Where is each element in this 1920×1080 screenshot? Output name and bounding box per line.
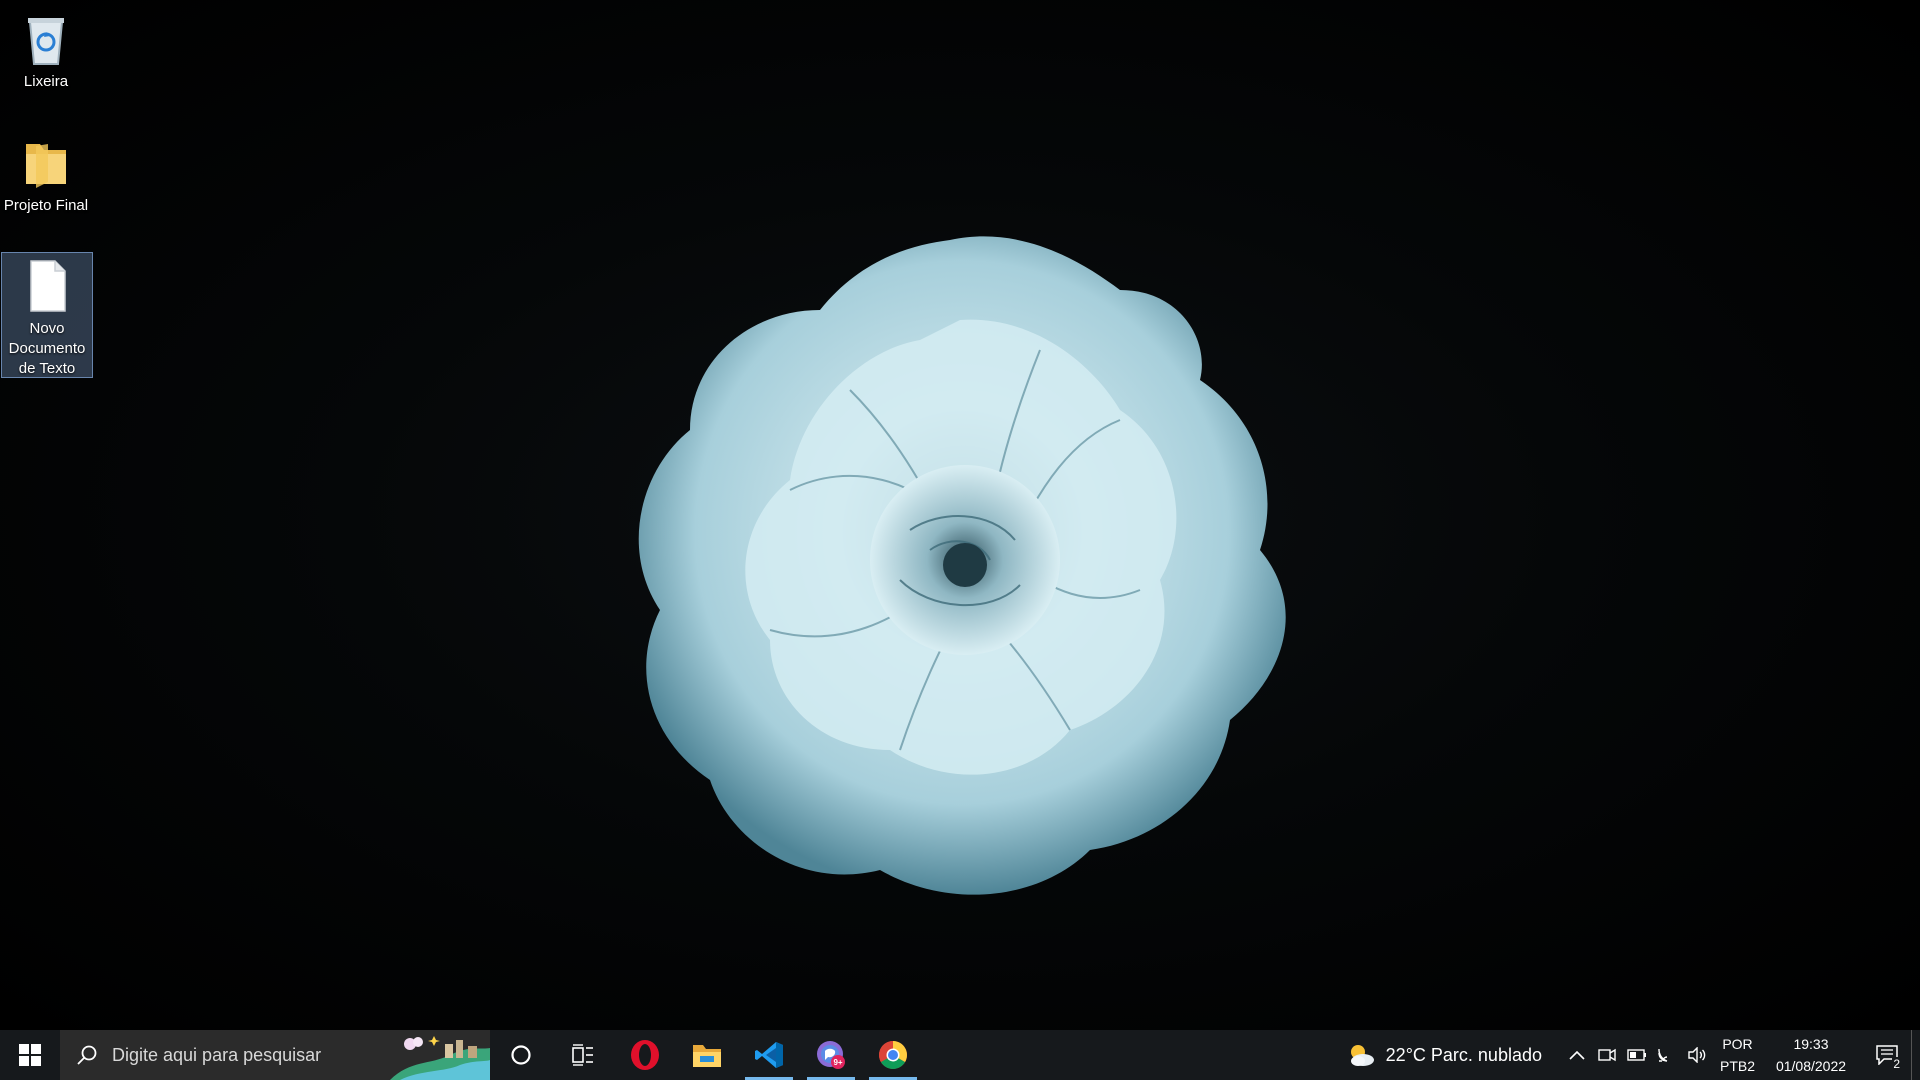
show-hidden-icons-button[interactable] [1562,1030,1592,1080]
search-input[interactable]: Digite aqui para pesquisar [60,1030,490,1080]
keyboard-layout: PTB2 [1719,1058,1755,1074]
search-highlight-illustration [390,1036,490,1080]
weather-condition: Parc. nublado [1430,1044,1542,1065]
chrome-icon [879,1041,907,1069]
taskbar: Digite aqui para pesquisar 9+ 22°C Parc.… [0,1030,1920,1080]
volume-button[interactable] [1682,1030,1712,1080]
windows-logo-icon [19,1044,41,1066]
search-placeholder: Digite aqui para pesquisar [112,1044,322,1065]
cortana-button[interactable] [490,1030,552,1080]
wifi-icon [1658,1048,1668,1062]
task-view-icon [572,1044,593,1066]
desktop: Lixeira Projeto Final Novo Documento de … [0,0,1920,1030]
chat-badge: 9+ [833,1058,842,1067]
vscode-button[interactable] [738,1030,800,1080]
clock-date: 01/08/2022 [1775,1058,1847,1074]
text-document-icon [30,260,66,312]
rose-core [943,543,987,587]
partly-cloudy-icon [1350,1045,1374,1066]
opera-icon [631,1040,659,1070]
desktop-icon-label: Novo Documento de Texto [8,320,86,377]
input-language-indicator[interactable]: POR PTB2 [1720,1033,1755,1077]
cortana-icon [511,1045,531,1065]
desktop-icon-text-document[interactable]: Novo Documento de Texto [1,252,93,378]
desktop-icon-label: Projeto Final [3,197,89,214]
volume-icon [1688,1047,1706,1063]
language-code: POR [1722,1036,1753,1052]
start-button[interactable] [0,1030,60,1080]
weather-text: 22°C Parc. nublado [1386,1045,1542,1066]
clock-time: 19:33 [1793,1036,1829,1052]
weather-temp: 22°C [1385,1044,1426,1065]
notification-count: 2 [1892,1057,1901,1071]
desktop-icon-projeto-final[interactable]: Projeto Final [0,130,92,220]
show-desktop-button[interactable] [1911,1030,1920,1080]
chrome-button[interactable] [862,1030,924,1080]
chat-app-icon: 9+ [817,1041,845,1069]
opera-button[interactable] [614,1030,676,1080]
battery-button[interactable] [1622,1030,1652,1080]
search-icon [77,1045,97,1065]
folder-icon [26,144,66,188]
clock[interactable]: 19:33 01/08/2022 [1771,1033,1851,1077]
vscode-icon [755,1042,783,1068]
camera-icon [1598,1048,1616,1062]
recycle-bin-icon [28,18,64,65]
chat-app-button[interactable]: 9+ [800,1030,862,1080]
chevron-up-icon [1569,1050,1585,1060]
file-explorer-icon [693,1045,721,1067]
battery-icon [1627,1049,1646,1061]
desktop-icon-label: Lixeira [23,73,69,90]
file-explorer-button[interactable] [676,1030,738,1080]
desktop-icon-recycle-bin[interactable]: Lixeira [0,6,92,96]
weather-widget[interactable]: 22°C Parc. nublado [1346,1042,1542,1068]
wallpaper-rose [638,236,1286,895]
system-tray: 22°C Parc. nublado POR PTB2 19:33 01/08/… [1346,1030,1920,1080]
action-center-button[interactable]: 2 [1863,1030,1911,1080]
network-button[interactable] [1652,1030,1682,1080]
task-view-button[interactable] [552,1030,614,1080]
meet-now-button[interactable] [1592,1030,1622,1080]
